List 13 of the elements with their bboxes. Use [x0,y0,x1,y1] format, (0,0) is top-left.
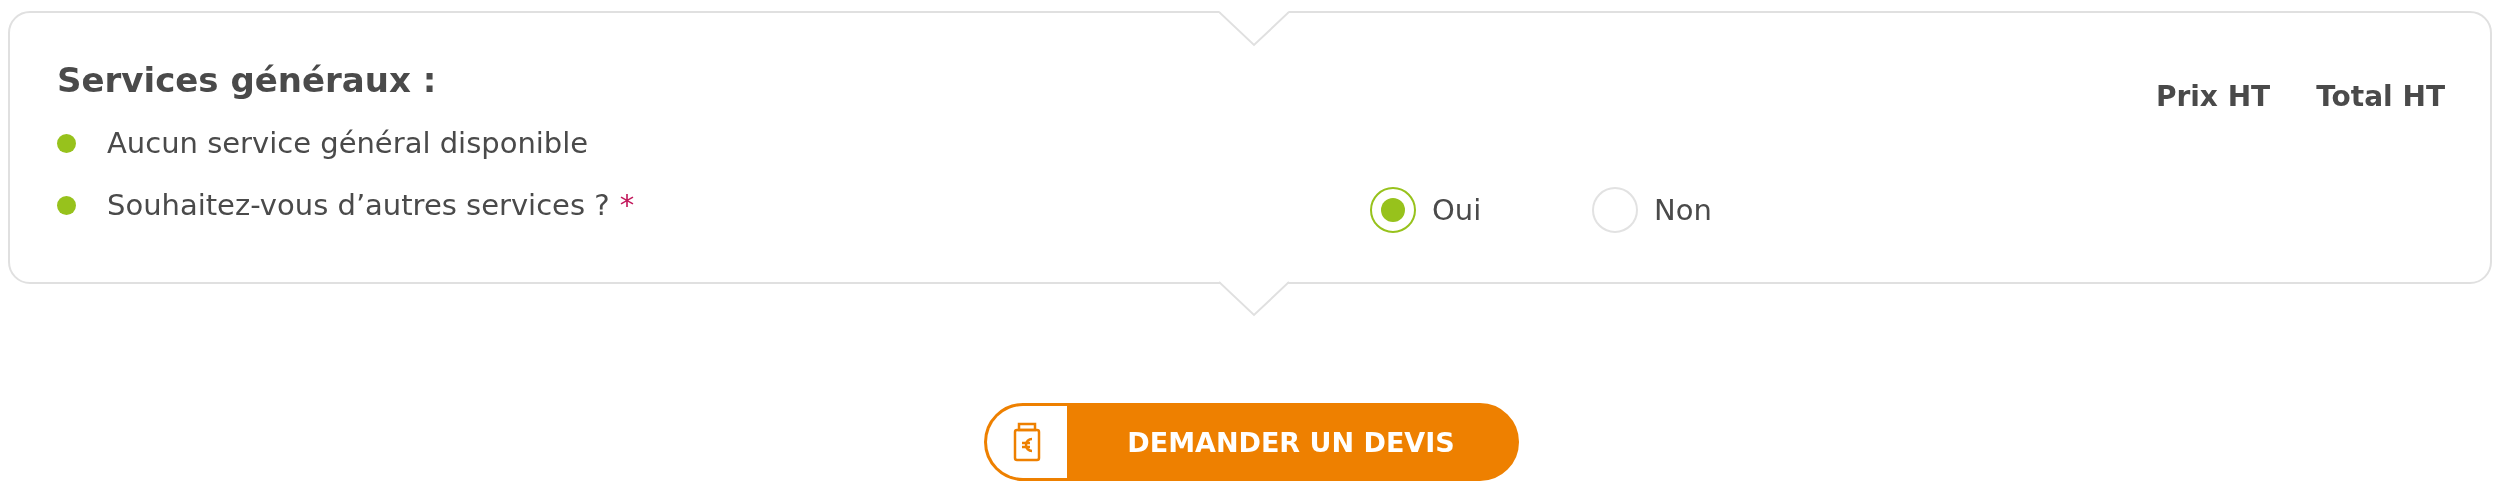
section-title: Services généraux : [57,60,438,100]
radio-label: Non [1654,193,1713,227]
euro-jar-icon [1012,422,1041,462]
quote-button[interactable]: DEMANDER UN DEVIS [983,403,1519,481]
column-header: Total HT [2316,79,2445,115]
column-header: Prix HT [2155,79,2271,115]
required-mark: * [619,188,635,222]
list-item-text: Aucun service général disponible [107,126,589,160]
list-item-text: Souhaitez-vous d’autres services ? [107,188,610,222]
bullet-icon [57,133,76,153]
radio-button[interactable] [1370,187,1416,233]
bullet-icon [57,195,76,215]
radio-label: Oui [1432,193,1483,227]
